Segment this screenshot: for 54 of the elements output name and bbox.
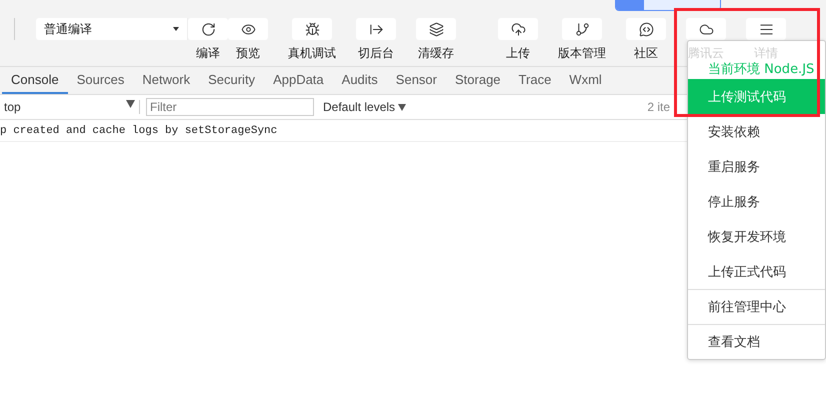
devtools-tab[interactable]: Trace (510, 67, 560, 94)
toolbar-button[interactable] (356, 18, 396, 40)
toolbar-button[interactable] (686, 18, 726, 40)
devtools-tab[interactable]: AppData (264, 67, 333, 94)
item-count: 2 ite (647, 100, 670, 114)
refresh-icon (200, 22, 216, 36)
devtools-tab[interactable]: Security (199, 67, 264, 94)
devtools-tab[interactable]: Network (133, 67, 200, 94)
menu-item[interactable]: 查看文档 (688, 324, 825, 359)
log-message: p created and cache logs by setStorageSync (0, 124, 278, 136)
toolbar-label: 上传 (506, 45, 530, 62)
toolbar-label: 社区 (634, 45, 658, 62)
toolbar-label: 预览 (236, 45, 260, 62)
toolbar-button[interactable] (498, 18, 538, 40)
toolbar-button[interactable] (626, 18, 666, 40)
devtools-tab[interactable]: Audits (332, 67, 387, 94)
caret-icon (173, 27, 179, 31)
toolbar-label: 真机调试 (288, 45, 336, 62)
cloud-upload-icon (510, 22, 526, 36)
toolbar-button[interactable] (228, 18, 268, 40)
menu-item[interactable]: 停止服务 (688, 184, 825, 219)
menu-item[interactable]: 恢复开发环境 (688, 219, 825, 254)
devtools-tab[interactable]: Sources (68, 67, 134, 94)
filter-field[interactable]: Filter (146, 98, 314, 116)
eye-icon (240, 22, 256, 36)
devtools-tab[interactable]: Sensor (386, 67, 446, 94)
compile-mode-select[interactable]: 普通编译 (36, 18, 188, 40)
devtools-tab[interactable]: Wxml (560, 67, 611, 94)
caret-icon (398, 104, 406, 111)
toolbar-label: 清缓存 (418, 45, 454, 62)
toolbar-button[interactable] (746, 18, 786, 40)
layers-icon (428, 22, 444, 36)
toolbar-label: 编译 (196, 45, 220, 62)
bug-icon (304, 22, 320, 36)
toolbar-button[interactable] (292, 18, 332, 40)
branch-icon (574, 22, 590, 36)
cloud-icon (698, 22, 714, 36)
devtools-tab[interactable]: Console (2, 67, 68, 94)
toolbar-button[interactable] (188, 18, 228, 40)
menu-item[interactable]: 前往管理中心 (688, 289, 825, 324)
chat-icon (638, 22, 654, 36)
toolbar-label: 切后台 (358, 45, 394, 62)
levels-dropdown[interactable]: Default levels (319, 100, 410, 114)
toolbar-button[interactable] (562, 18, 602, 40)
devtools-tab[interactable]: Storage (446, 67, 510, 94)
caret-icon (126, 100, 135, 108)
menu-item[interactable]: 上传正式代码 (688, 254, 825, 289)
menu-icon (758, 22, 774, 36)
toolbar-label: 版本管理 (558, 45, 606, 62)
menu-item[interactable]: 重启服务 (688, 149, 825, 184)
environment-status: 当前环境 Node.JS (707, 61, 816, 79)
menu-item[interactable]: 安装依赖 (688, 114, 825, 149)
context-select[interactable]: top (0, 100, 140, 114)
toolbar-button[interactable] (416, 18, 456, 40)
